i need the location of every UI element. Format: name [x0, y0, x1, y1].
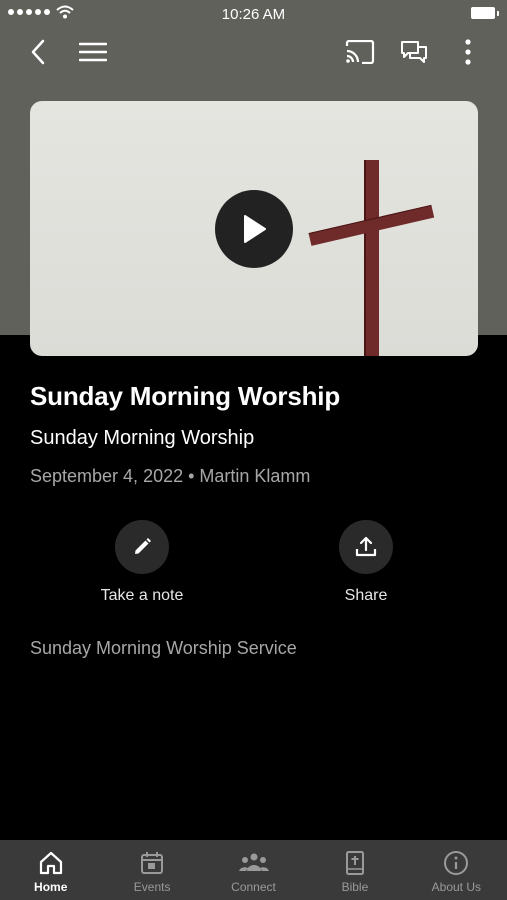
cross-image [364, 160, 379, 356]
tab-label-about-us: About Us [431, 880, 481, 894]
sermon-meta: September 4, 2022 • Martin Klamm [30, 466, 311, 486]
home-icon [39, 851, 62, 875]
sermon-subtitle: Sunday Morning Worship [30, 427, 255, 449]
cast-button[interactable] [344, 36, 376, 68]
cast-icon [345, 40, 375, 64]
tab-events[interactable]: Events [101, 840, 202, 900]
tab-bar: Home Events Connect Bible About Us [0, 840, 507, 900]
status-bar: 10:26 AM [0, 0, 507, 28]
group-icon [238, 853, 269, 871]
info-icon [444, 851, 469, 875]
back-button[interactable] [22, 36, 54, 68]
sermon-title: Sunday Morning Worship [30, 381, 340, 411]
play-button[interactable] [215, 190, 293, 268]
tab-label-home: Home [34, 880, 68, 894]
share-icon [355, 536, 377, 557]
status-time: 10:26 AM [221, 6, 286, 23]
share-circle[interactable] [339, 520, 393, 574]
tab-bible[interactable]: Bible [304, 840, 405, 900]
take-note-label: Take a note [100, 587, 184, 604]
chat-button[interactable] [398, 36, 430, 68]
note-circle[interactable] [115, 520, 169, 574]
more-button[interactable] [452, 36, 484, 68]
tab-connect[interactable]: Connect [203, 840, 304, 900]
bible-icon [345, 851, 364, 875]
more-vertical-icon [465, 39, 471, 65]
play-icon [244, 215, 266, 243]
share-label: Share [344, 587, 388, 604]
take-note-button[interactable]: Take a note [42, 520, 242, 605]
tab-home[interactable]: Home [0, 840, 101, 900]
chat-icon [401, 41, 427, 63]
menu-button[interactable] [77, 36, 109, 68]
calendar-icon [141, 852, 164, 874]
tab-label-bible: Bible [341, 880, 369, 894]
battery-icon [471, 7, 499, 19]
hamburger-icon [79, 42, 107, 62]
tab-label-events: Events [133, 880, 171, 894]
sermon-description: Sunday Morning Worship Service [30, 638, 297, 658]
tab-about-us[interactable]: About Us [406, 840, 507, 900]
share-button[interactable]: Share [266, 520, 466, 605]
pencil-icon [135, 538, 151, 554]
chevron-left-icon [31, 39, 45, 65]
tab-label-connect: Connect [231, 880, 276, 894]
